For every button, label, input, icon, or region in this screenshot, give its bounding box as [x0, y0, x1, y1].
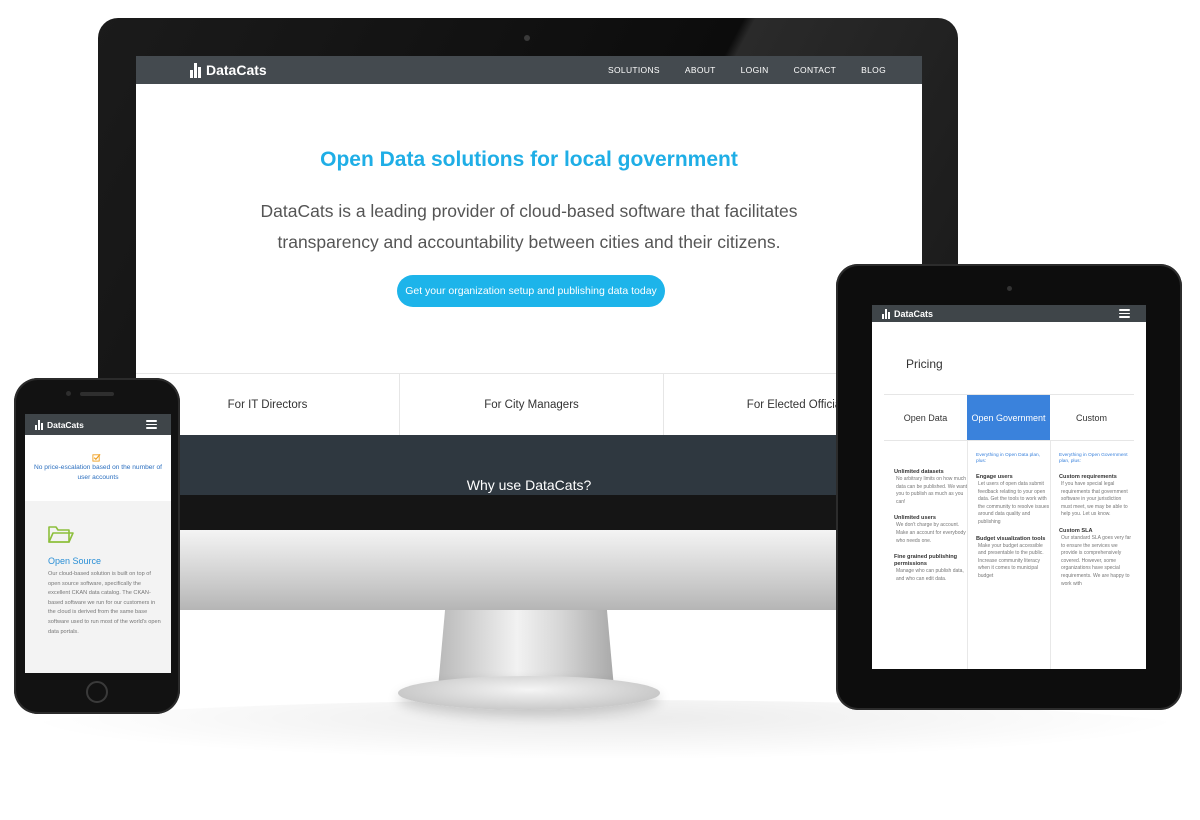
get-started-button[interactable]: Get your organization setup and publishi… — [397, 275, 665, 307]
monitor-camera-icon — [524, 35, 530, 41]
feature-text: We don't charge by account. Make an acco… — [896, 522, 966, 544]
plan-column-open-data: Unlimited datasets No arbitrary limits o… — [894, 453, 968, 583]
tab-city-managers[interactable]: For City Managers — [400, 374, 664, 436]
feature-title: Unlimited datasets — [894, 469, 944, 475]
nav-blog[interactable]: BLOG — [861, 65, 886, 75]
desktop-nav-links: SOLUTIONS ABOUT LOGIN CONTACT BLOG — [608, 56, 886, 84]
plan-column-open-government: Everything in Open Data plan, plus: Enga… — [976, 453, 1050, 581]
plan-tab-custom[interactable]: Custom — [1050, 395, 1133, 440]
desktop-screen: DataCats SOLUTIONS ABOUT LOGIN CONTACT B… — [136, 56, 922, 530]
desktop-logo[interactable]: DataCats — [190, 61, 267, 79]
feature-text: If you have special legal requirements t… — [1061, 481, 1128, 518]
feature-title: Fine grained publishing permissions — [894, 554, 958, 568]
plan-column-custom: Everything in Open Government plan, plus… — [1059, 453, 1133, 588]
audience-tabs: For IT Directors For City Managers For E… — [136, 373, 922, 436]
hero-description: DataCats is a leading provider of cloud-… — [260, 201, 798, 252]
bar-chart-logo-icon — [882, 308, 890, 319]
plan-intro: Everything in Open Government plan, plus… — [1059, 453, 1128, 464]
monitor-stand-base — [398, 676, 660, 710]
checkbox-checked-icon — [92, 453, 101, 462]
phone-navbar: DataCats — [25, 414, 171, 435]
feature-title: Engage users — [976, 474, 1013, 480]
feature-text: Make your budget accessible and presenta… — [978, 542, 1044, 579]
nav-contact[interactable]: CONTACT — [794, 65, 837, 75]
hamburger-menu-icon[interactable] — [1119, 309, 1130, 318]
feature-title: Custom SLA — [1059, 527, 1093, 534]
divider — [884, 440, 1134, 441]
screen-bottom-strip — [136, 495, 922, 530]
feature-text: Manage who can publish data, and who can… — [896, 568, 964, 582]
plan-intro: Everything in Open Data plan, plus: — [976, 453, 1040, 464]
feature-title: Budget visualization tools — [976, 535, 1046, 542]
tablet-logo[interactable]: DataCats — [882, 307, 933, 320]
feature-description: Our cloud-based solution is built on top… — [48, 571, 161, 635]
pricing-title: Pricing — [906, 357, 943, 371]
tablet-screen: DataCats Pricing Open Data Open Governme… — [872, 305, 1146, 669]
feature-title: Unlimited users — [894, 515, 936, 522]
tablet-brand-name: DataCats — [894, 308, 934, 319]
nav-login[interactable]: LOGIN — [741, 65, 769, 75]
phone-brand-name: DataCats — [47, 419, 84, 430]
pricing-message: No price-escalation based on the number … — [34, 464, 162, 481]
feature-text: Let users of open data submit feedback r… — [978, 481, 1050, 525]
feature-text: Our standard SLA goes very far to ensure… — [1061, 534, 1132, 587]
phone-screen: DataCats No price-escalation based on th… — [25, 414, 171, 673]
feature-title-open-source: Open Source — [48, 556, 102, 566]
feature-title: Custom requirements — [1059, 474, 1117, 480]
monitor-chin — [98, 530, 958, 610]
bar-chart-logo-icon — [190, 62, 201, 78]
tablet-camera-icon — [1007, 286, 1012, 291]
bar-chart-logo-icon — [35, 419, 43, 430]
phone-home-button[interactable] — [86, 681, 108, 703]
phone-speaker — [80, 392, 114, 396]
phone-camera-icon — [66, 391, 71, 396]
why-heading: Why use DataCats? — [466, 477, 592, 493]
folder-open-icon — [48, 526, 74, 543]
plan-tab-open-government[interactable]: Open Government — [967, 395, 1050, 440]
desktop-navbar: DataCats SOLUTIONS ABOUT LOGIN CONTACT B… — [136, 56, 922, 84]
nav-solutions[interactable]: SOLUTIONS — [608, 65, 660, 75]
desktop-brand-name: DataCats — [206, 62, 267, 78]
plan-tab-open-data[interactable]: Open Data — [884, 395, 967, 440]
nav-about[interactable]: ABOUT — [685, 65, 716, 75]
feature-text: No arbitrary limits on how much data can… — [896, 476, 968, 505]
phone-logo[interactable]: DataCats — [35, 418, 84, 431]
hero-title: Open Data solutions for local government — [320, 148, 738, 171]
hamburger-menu-icon[interactable] — [146, 420, 157, 429]
tablet-navbar: DataCats — [872, 305, 1146, 322]
column-divider — [1050, 441, 1051, 669]
